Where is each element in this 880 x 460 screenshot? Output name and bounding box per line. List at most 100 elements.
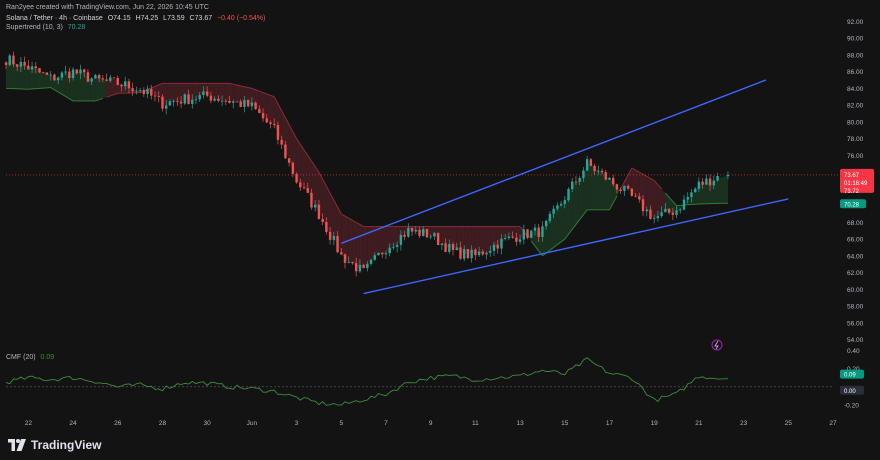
candle-body [578, 178, 581, 182]
candle-body [608, 177, 611, 180]
brand-name: TradingView [31, 438, 102, 452]
candle-body [228, 100, 231, 103]
price-tick-label: 84.00 [847, 86, 864, 93]
candle-body [280, 139, 283, 145]
candle-body [716, 176, 719, 181]
candle-body [157, 96, 160, 97]
candle-body [317, 204, 321, 219]
supertrend-fill [214, 83, 219, 100]
candle-body [49, 74, 52, 76]
candle-body [470, 249, 473, 259]
cmf-tick-label: 0.40 [847, 348, 860, 355]
candle-body [351, 261, 354, 264]
candle-body [530, 230, 533, 238]
candle-body [30, 66, 34, 70]
candle-body [414, 229, 417, 232]
candle-body [232, 101, 235, 103]
candle-body [418, 229, 421, 236]
candle-body [258, 109, 261, 114]
candle-body [187, 94, 190, 104]
time-tick-label: 21 [695, 420, 703, 427]
candle-body [79, 69, 82, 74]
supertrend-fill [76, 71, 81, 101]
supertrend-fill [341, 214, 345, 259]
price-tick-label: 88.00 [847, 52, 864, 59]
candle-body [310, 192, 313, 208]
supertrend-fill [80, 70, 85, 101]
candle-body [384, 253, 388, 255]
candle-body [369, 259, 373, 264]
candle-body [138, 90, 142, 91]
candle-body [522, 229, 526, 240]
candle-body [641, 199, 645, 212]
candle-body [299, 182, 302, 188]
candle-body [381, 252, 384, 255]
candle-body [444, 243, 447, 252]
candle-body [433, 233, 436, 237]
candle-body [582, 170, 585, 179]
time-tick-label: 23 [740, 420, 748, 427]
time-tick-label: 24 [69, 420, 77, 427]
cmf-legend[interactable]: CMF (20) 0.09 [6, 354, 57, 361]
price-tick-label: 68.00 [847, 220, 864, 227]
candle-body [388, 247, 391, 254]
tradingview-brand[interactable]: TradingView [8, 438, 101, 452]
candle-body [623, 185, 626, 192]
candle-body [726, 174, 730, 177]
supertrend-fill [494, 226, 498, 248]
price-tick-label: 80.00 [847, 119, 864, 126]
candle-body [235, 101, 239, 103]
candle-body [71, 69, 75, 78]
price-tick-label: 66.00 [847, 237, 864, 244]
price-tick-label: 58.00 [847, 304, 864, 311]
candle-body [455, 247, 458, 251]
candle-body [302, 187, 306, 189]
candle-body [612, 177, 615, 185]
candle-body [556, 205, 559, 209]
price-tick-label: 78.00 [847, 136, 864, 143]
cmf-tick-label: -0.20 [844, 402, 859, 409]
supertrend-legend[interactable]: Supertrend (10, 3) 70.28 [6, 24, 88, 31]
candle-body [567, 188, 570, 201]
supertrend-value: 70.28 [67, 24, 86, 31]
candle-body [448, 244, 451, 252]
candle-body [27, 65, 30, 70]
chart-canvas[interactable]: 92.0090.0088.0086.0084.0082.0080.0078.00… [0, 0, 880, 460]
candle-body [90, 78, 93, 82]
supertrend-fill [169, 83, 174, 104]
candle-body [682, 199, 686, 210]
candle-body [336, 236, 339, 253]
candle-body [492, 244, 496, 251]
candle-body [68, 71, 71, 78]
candle-body [645, 209, 648, 212]
candle-body [168, 101, 172, 106]
supertrend-fill [557, 204, 562, 245]
candle-body [377, 252, 380, 256]
supertrend-fill [393, 226, 398, 248]
candle-body [153, 95, 157, 97]
candle-body [254, 102, 257, 110]
supertrend-fill [20, 63, 25, 90]
candle-body [690, 192, 693, 197]
candle-body [53, 74, 56, 81]
candle-body [86, 72, 90, 82]
supertrend-fill [95, 76, 100, 101]
candle-body [220, 100, 224, 102]
candle-body [619, 189, 622, 192]
candle-body [38, 68, 41, 73]
candle-body [392, 246, 395, 248]
candle-body [265, 118, 268, 123]
supertrend-fill [598, 170, 603, 210]
symbol-legend[interactable]: Solana / Tether · 4h · Coinbase O74.15 H… [6, 15, 268, 22]
candle-body [261, 113, 265, 119]
supertrend-fill [356, 222, 360, 269]
candle-body [60, 72, 64, 78]
supertrend-fill [702, 181, 707, 204]
supertrend-fill [106, 79, 111, 98]
candle-body [701, 181, 704, 185]
price-tick-label: 86.00 [847, 69, 864, 76]
supertrend-fill [304, 149, 308, 191]
time-tick-label: 17 [606, 420, 614, 427]
candle-body [366, 263, 369, 269]
candle-body [686, 196, 689, 200]
